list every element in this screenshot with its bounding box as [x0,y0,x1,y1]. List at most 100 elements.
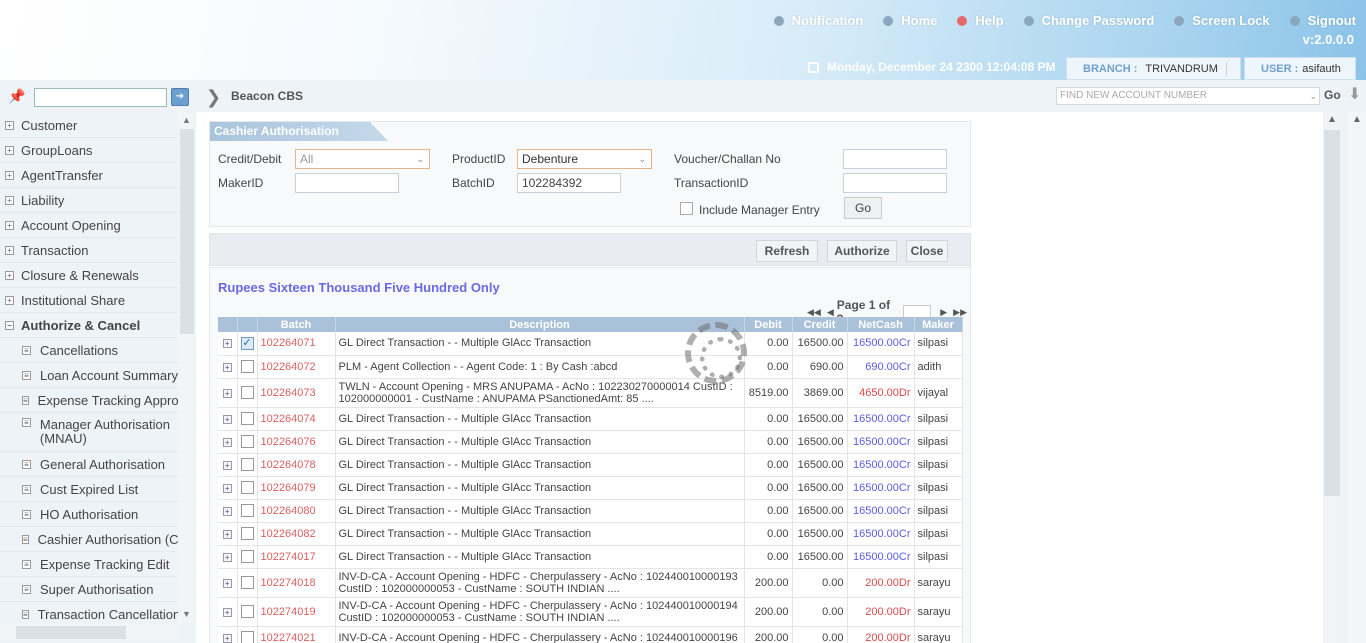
select-cell[interactable] [237,453,258,477]
expand-row-icon[interactable]: + [222,388,232,398]
expand-cell[interactable]: + [218,453,238,477]
nav-lock-link[interactable]: Screen Lock [1174,13,1270,28]
collapse-icon[interactable]: − [5,320,14,330]
row-checkbox[interactable] [240,631,254,643]
sidebar-item[interactable]: + Liability [0,188,178,213]
expand-row-icon[interactable]: + [222,506,232,516]
sidebar-item[interactable]: ≡ HO Authorisation [0,502,178,527]
expand-icon[interactable]: + [5,245,14,255]
table-row[interactable]: + ✓ 102264071 GL Direct Transaction - - Mul… [218,332,963,356]
select-cell[interactable] [237,407,258,431]
select-cell[interactable] [237,430,258,454]
select-cell[interactable] [237,499,258,523]
expand-cell[interactable]: + [218,430,238,454]
sidebar-vertical-scrollbar[interactable]: ▲ ▼ [179,113,195,623]
expand-row-icon[interactable]: + [222,362,232,372]
sidebar-item[interactable]: ≡ Super Authorisation [0,577,178,602]
scroll-up-icon[interactable]: ▲ [1327,114,1337,125]
expand-row-icon[interactable]: + [222,437,232,447]
table-row[interactable]: +102264074 GL Direct Transaction - - Mult… [218,407,963,431]
chevron-down-icon[interactable] [1226,62,1236,76]
column-header[interactable]: Credit [792,317,848,332]
sidebar-item[interactable]: ≡ Cust Expired List [0,477,178,502]
column-header[interactable]: Batch [257,317,336,332]
expand-row-icon[interactable]: + [222,460,232,470]
expand-row-icon[interactable]: + [222,529,232,539]
expand-cell[interactable]: + [218,355,238,379]
row-checkbox[interactable]: ✓ [240,336,254,350]
select-cell[interactable] [237,378,258,408]
product-id-select[interactable]: Debenture ⌄ [517,149,652,169]
maker-id-input[interactable] [295,173,399,193]
sidebar-item[interactable]: + Account Opening [0,213,178,238]
expand-row-icon[interactable]: + [222,578,232,588]
select-cell[interactable] [237,597,258,627]
include-manager-entry-checkbox[interactable] [680,202,693,215]
expand-cell[interactable]: + [218,407,238,431]
row-checkbox[interactable] [240,605,254,618]
refresh-button[interactable]: Refresh [756,240,818,262]
next-page-icon[interactable]: ▶ [940,307,947,318]
column-header[interactable]: Description [335,317,745,332]
transaction-id-input[interactable] [843,173,947,193]
expand-cell[interactable]: + [218,378,238,408]
sidebar-item[interactable]: − Authorize & Cancel [0,313,178,338]
expand-cell[interactable]: + [218,522,238,546]
select-cell[interactable] [237,626,258,643]
prev-page-icon[interactable]: ◀ [827,307,834,318]
expand-cell[interactable]: + [218,626,238,643]
row-checkbox[interactable] [240,458,254,471]
voucher-input[interactable] [843,149,947,169]
row-checkbox[interactable] [240,386,254,399]
expand-icon[interactable]: + [5,295,14,305]
first-page-icon[interactable]: ◀◀ [807,307,821,318]
chevron-down-icon[interactable]: ⌄ [1309,88,1317,104]
nav-signout-link[interactable]: Signout [1289,13,1356,28]
sidebar-item[interactable]: ≡ Expense Tracking Approv [0,388,178,413]
sidebar-item[interactable]: + Closure & Renewals [0,263,178,288]
expand-cell[interactable]: + [218,545,238,569]
expand-icon[interactable]: + [5,170,14,180]
table-row[interactable]: +102274018 INV-D-CA - Account Opening - H… [218,568,963,598]
row-checkbox[interactable] [240,412,254,425]
branch-select[interactable]: BRANCH : TRIVANDRUM [1066,57,1241,80]
expand-cell[interactable]: + [218,476,238,500]
table-row[interactable]: +102264073 TWLN - Account Opening - MRS A… [218,378,963,408]
scrollbar-thumb[interactable] [1324,130,1340,496]
select-cell[interactable] [237,355,258,379]
sidebar-item[interactable]: ≡ Cancellations [0,338,178,363]
menu-search-go-button[interactable]: ➔ [171,88,189,106]
table-row[interactable]: +102264072 PLM - Agent Collection - - Age… [218,355,963,379]
sidebar-item[interactable]: ≡ Manager Authorisation (MNAU) [0,413,178,452]
column-header[interactable]: Maker [914,317,963,332]
expand-row-icon[interactable]: + [222,607,232,617]
select-cell[interactable] [237,476,258,500]
expand-icon[interactable]: + [5,120,14,130]
table-row[interactable]: +102264082 GL Direct Transaction - - Mult… [218,522,963,546]
expand-cell[interactable]: + [218,332,238,356]
nav-key-link[interactable]: Change Password [1023,13,1154,28]
expand-cell[interactable]: + [218,568,238,598]
account-number-search[interactable]: FIND NEW ACCOUNT NUMBER ⌄ [1056,87,1320,105]
expand-icon[interactable]: + [5,195,14,205]
column-header[interactable]: Debit [744,317,793,332]
pin-icon[interactable]: 📌 [8,88,25,104]
content-vertical-scrollbar[interactable]: ▲ [1323,112,1341,643]
close-button[interactable]: Close [906,240,948,262]
expand-row-icon[interactable]: + [222,552,232,562]
sidebar-item[interactable]: + Customer [0,113,178,138]
sidebar-horizontal-scrollbar[interactable] [0,624,178,641]
row-checkbox[interactable] [240,550,254,563]
sidebar-item[interactable]: + Transaction [0,238,178,263]
scroll-down-icon[interactable]: ▼ [182,609,191,619]
menu-search-input[interactable] [34,88,167,107]
table-row[interactable]: +102264080 GL Direct Transaction - - Mult… [218,499,963,523]
sidebar-item[interactable]: + AgentTransfer [0,163,178,188]
row-checkbox[interactable] [240,481,254,494]
sidebar-item[interactable]: + Institutional Share [0,288,178,313]
table-row[interactable]: +102274017 GL Direct Transaction - - Mult… [218,545,963,569]
last-page-icon[interactable]: ▶▶ [953,307,967,318]
table-row[interactable]: +102274021 INV-D-CA - Account Opening - H… [218,626,963,643]
authorize-button[interactable]: Authorize [827,240,897,262]
row-checkbox[interactable] [240,527,254,540]
